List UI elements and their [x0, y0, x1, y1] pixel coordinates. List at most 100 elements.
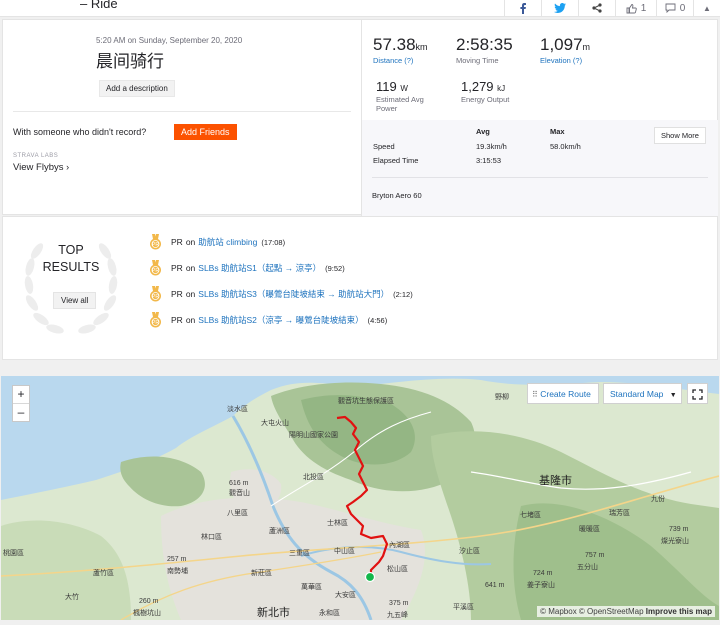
pr-label: PR [171, 315, 183, 325]
view-all-button[interactable]: View all [53, 292, 97, 309]
pr-medal-icon: PR [150, 312, 161, 328]
elevation-stat: 1,097m Elevation (?) [540, 35, 590, 65]
activity-details: 5:20 AM on Sunday, September 20, 2020 晨间… [3, 20, 361, 216]
segment-link[interactable]: 助航站 climbing [198, 236, 257, 248]
segment-link[interactable]: SLBs 助航站S1（起點 → 涼亭） [198, 262, 321, 274]
route-map[interactable]: 基隆市 新北市 觀音坑生態保護區 陽明山國家公園 淡水區 大屯火山 616 m … [1, 376, 719, 620]
thumbs-up-icon [626, 3, 637, 13]
map-canvas[interactable] [1, 376, 719, 620]
distance-value: 57.38 [373, 35, 416, 54]
list-item: PR PR on SLBs 助航站S1（起點 → 涼亭） (9:52) [149, 260, 345, 276]
distance-label[interactable]: Distance (?) [373, 56, 428, 65]
svg-text:PR: PR [152, 294, 159, 300]
map-label-xinzhuang: 新莊區 [251, 570, 272, 577]
map-label-wanhua: 萬華區 [301, 584, 322, 591]
effort-time: (9:52) [325, 263, 345, 273]
elevation-value: 1,097 [540, 35, 583, 54]
map-label-new-taipei: 新北市 [257, 607, 290, 619]
map-label-257: 257 m [167, 556, 187, 563]
map-label-taoyuan: 桃園區 [3, 550, 24, 557]
map-label-nuannuan: 暖暖區 [579, 526, 600, 533]
avg-column-header: Avg [476, 127, 490, 136]
map-label-375-name: 九五峰 [387, 612, 408, 619]
share-toolbar: 1 0 ▲ [504, 0, 720, 16]
share-button[interactable] [578, 0, 615, 16]
speed-avg: 19.3km/h [476, 142, 507, 151]
osm-attribution[interactable]: © OpenStreetMap [579, 607, 644, 616]
moving-time-label: Moving Time [456, 56, 499, 65]
kudos-button[interactable]: 1 [615, 0, 656, 16]
map-label-757: 757 m [585, 552, 605, 559]
map-label-ruifang: 瑞芳區 [609, 510, 630, 517]
improve-map-link[interactable]: Improve this map [646, 607, 712, 616]
effort-time: (17:08) [261, 237, 286, 247]
pr-label: PR [171, 263, 183, 273]
athlete-name-area [0, 0, 76, 16]
elevation-unit: m [582, 42, 591, 52]
create-route-button[interactable]: ⠿ Create Route [527, 383, 599, 404]
map-label-616-name: 觀音山 [229, 490, 250, 497]
moving-time-value: 2:58:35 [456, 35, 513, 54]
map-label-songshan: 松山區 [387, 566, 408, 573]
create-route-label: Create Route [540, 389, 591, 399]
activity-type-title: – Ride [80, 0, 118, 11]
comments-button[interactable]: 0 [656, 0, 693, 16]
pr-medal-icon: PR [150, 286, 161, 302]
comment-icon [665, 3, 676, 13]
svg-text:PR: PR [152, 242, 159, 248]
map-label-bali: 八里區 [227, 510, 248, 517]
show-more-button[interactable]: Show More [654, 127, 706, 144]
map-label-xizhi: 汐止區 [459, 548, 480, 555]
map-type-select[interactable]: Standard Map ▼ [603, 383, 682, 404]
top-results-title-line2: RESULTS [42, 260, 100, 274]
energy-unit: kJ [497, 84, 506, 93]
mapbox-attribution[interactable]: © Mapbox [540, 607, 577, 616]
map-label-beitou: 北投區 [303, 474, 324, 481]
map-label-641: 641 m [485, 582, 505, 589]
more-actions-button[interactable]: ▲ [693, 0, 720, 16]
map-label-dazhu: 大竹 [65, 594, 79, 601]
elapsed-time-label: Elapsed Time [373, 156, 419, 165]
facebook-share-button[interactable] [504, 0, 541, 16]
map-type-label: Standard Map [610, 389, 664, 399]
map-label-616: 616 m [229, 480, 249, 487]
map-label-neihu: 內湖區 [389, 542, 410, 549]
map-label-pingxi: 平溪區 [453, 604, 474, 611]
map-label-daan: 大安區 [335, 592, 356, 599]
segment-link[interactable]: SLBs 助航站S3（曝鶯台陡坡結束 → 助航站大門） [198, 288, 389, 300]
svg-text:PR: PR [152, 320, 159, 326]
on-label: on [185, 263, 196, 273]
distance-unit: km [415, 42, 428, 52]
energy-stat: 1,279 kJ Energy Output [461, 79, 509, 104]
map-label-datun: 大屯火山 [261, 420, 289, 427]
fullscreen-button[interactable] [687, 383, 708, 404]
map-label-linkou: 林口區 [201, 534, 222, 541]
effort-time: (4:56) [367, 315, 388, 325]
add-friends-button[interactable]: Add Friends [174, 124, 237, 140]
map-label-jiufen: 九份 [651, 496, 665, 503]
map-label-danshui: 淡水區 [227, 406, 248, 413]
add-description-button[interactable]: Add a description [99, 80, 175, 97]
map-label-shilin: 士林區 [327, 520, 348, 527]
on-label: on [185, 315, 196, 325]
facebook-icon [520, 2, 526, 14]
moving-time-stat: 2:58:35 Moving Time [456, 35, 513, 65]
list-item: PR PR on SLBs 助航站S2（涼亭 → 曝鶯台陡坡結束） (4:56) [149, 312, 387, 328]
top-results-title: TOP RESULTS [13, 242, 129, 276]
map-label-park: 陽明山國家公園 [289, 432, 338, 439]
activity-date: 5:20 AM on Sunday, September 20, 2020 [96, 36, 243, 45]
twitter-share-button[interactable] [541, 0, 578, 16]
power-label: Estimated Avg Power [376, 95, 424, 113]
more-stats-panel: Avg Max Show More Speed 19.3km/h 58.0km/… [362, 120, 718, 216]
zoom-out-button[interactable]: – [13, 404, 29, 421]
chevron-right-icon: › [66, 162, 70, 172]
zoom-in-button[interactable]: + [13, 386, 29, 404]
elevation-label[interactable]: Elevation (?) [540, 56, 590, 65]
list-item: PR PR on SLBs 助航站S3（曝鶯台陡坡結束 → 助航站大門） (2:… [149, 286, 413, 302]
segment-link[interactable]: SLBs 助航站S2（涼亭 → 曝鶯台陡坡結束） [198, 314, 363, 326]
view-flybys-link[interactable]: View Flybys › [13, 162, 69, 173]
map-label-north-coast: 觀音坑生態保護區 [338, 398, 394, 405]
view-flybys-label: View Flybys [13, 162, 64, 173]
map-label-yeliu: 野柳 [495, 394, 509, 401]
comments-count: 0 [679, 2, 686, 14]
